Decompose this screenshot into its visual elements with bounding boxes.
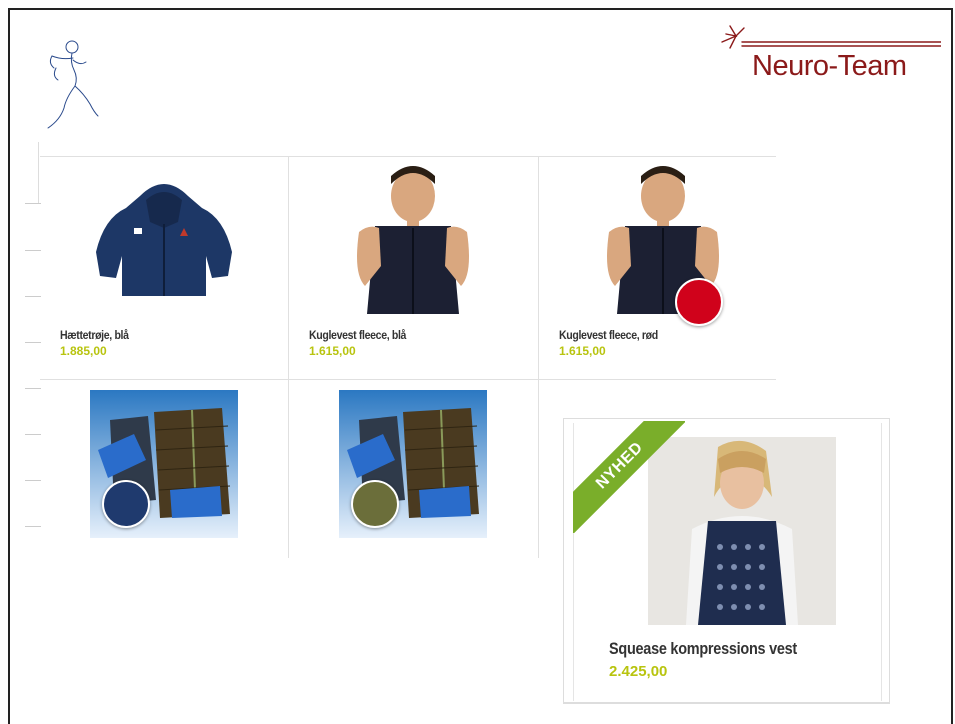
new-badge: NYHED: [573, 421, 685, 533]
hoodie-image: [90, 166, 238, 314]
sidebar-divider: [25, 296, 41, 297]
color-swatch-red[interactable]: [675, 278, 723, 326]
featured-product-card[interactable]: Squease kompressions vest 2.425,00 NYHED: [563, 418, 890, 704]
product-image[interactable]: [339, 166, 487, 314]
featured-bottom-border: [563, 702, 890, 704]
new-ribbon: NYHED: [573, 421, 685, 533]
sidebar-divider: [25, 526, 41, 527]
product-card[interactable]: Kuglevest fleece, rød 1.615,00: [539, 156, 787, 379]
product-card[interactable]: [40, 380, 288, 603]
product-card[interactable]: [289, 380, 537, 603]
product-price: 1.885,00: [60, 344, 107, 358]
boy-vest-image: [339, 166, 487, 314]
sidebar-divider: [25, 203, 41, 204]
logo-text: Neuro-Team: [752, 50, 907, 82]
featured-product-price: 2.425,00: [609, 663, 668, 680]
sidebar-divider: [25, 250, 41, 251]
product-card[interactable]: Hættetrøje, blå 1.885,00: [40, 156, 288, 379]
sidebar-divider: [25, 480, 41, 481]
product-price: 1.615,00: [559, 344, 606, 358]
product-name[interactable]: Kuglevest fleece, blå: [309, 328, 406, 342]
product-price: 1.615,00: [309, 344, 356, 358]
featured-product-name[interactable]: Squease kompressions vest: [609, 639, 797, 659]
sidebar-divider: [25, 388, 41, 389]
product-card[interactable]: Kuglevest fleece, blå 1.615,00: [289, 156, 537, 379]
product-image[interactable]: [90, 166, 238, 314]
color-swatch-navy[interactable]: [102, 480, 150, 528]
sidebar-edge: [38, 142, 39, 204]
sidebar-divider: [25, 434, 41, 435]
sidebar-divider: [25, 342, 41, 343]
neuro-team-logo[interactable]: Neuro-Team: [716, 22, 941, 92]
runner-logo-icon: [47, 40, 99, 129]
product-name[interactable]: Hættetrøje, blå: [60, 328, 129, 342]
color-swatch-olive[interactable]: [351, 480, 399, 528]
product-name[interactable]: Kuglevest fleece, rød: [559, 328, 658, 342]
